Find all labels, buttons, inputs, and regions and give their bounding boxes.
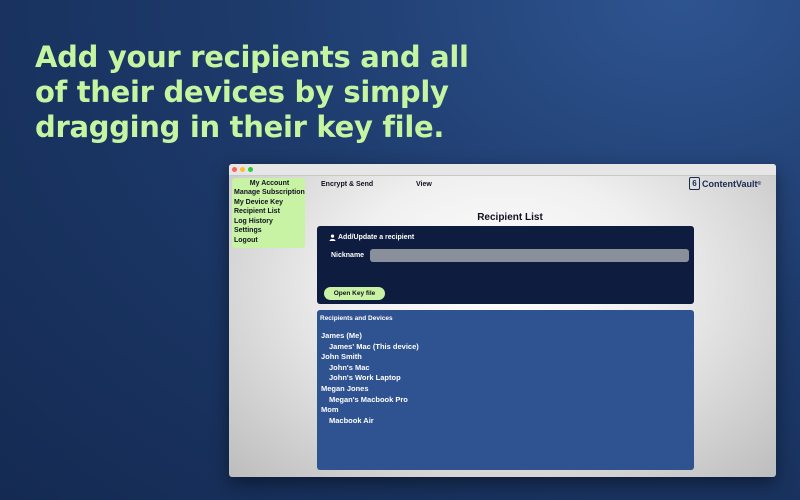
- headline-line-2: of their devices by simply: [35, 75, 449, 109]
- nickname-label: Nickname: [331, 252, 365, 259]
- title-bar: [229, 164, 776, 176]
- sidebar-item-settings[interactable]: Settings: [234, 226, 305, 236]
- sidebar-my-account[interactable]: My Account: [234, 180, 305, 187]
- recipient-item[interactable]: John Smith: [321, 352, 419, 363]
- device-item[interactable]: John's Work Laptop: [321, 373, 419, 384]
- logo-text: ContentVault: [702, 178, 758, 189]
- sidebar-item-logout[interactable]: Logout: [234, 236, 305, 246]
- add-recipient-title: Add/Update a recipient: [338, 234, 415, 241]
- recipient-item[interactable]: Megan Jones: [321, 384, 419, 395]
- nav-encrypt-send[interactable]: Encrypt & Send: [321, 181, 373, 188]
- device-item[interactable]: John's Mac: [321, 363, 419, 374]
- headline: Add your recipients and all of their dev…: [35, 40, 469, 145]
- sidebar-item-recipient-list[interactable]: Recipient List: [234, 207, 305, 217]
- user-icon: [329, 234, 336, 241]
- recipient-item[interactable]: Mom: [321, 405, 419, 416]
- open-key-file-button[interactable]: Open Key file: [324, 287, 385, 300]
- add-recipient-header: Add/Update a recipient: [329, 234, 414, 241]
- headline-line-1: Add your recipients and all: [35, 40, 469, 74]
- nickname-input[interactable]: [370, 249, 689, 262]
- recipients-devices-header: Recipients and Devices: [320, 315, 393, 322]
- sidebar-item-log-history[interactable]: Log History: [234, 217, 305, 227]
- recipient-item[interactable]: James (Me): [321, 331, 419, 342]
- add-recipient-panel: Add/Update a recipient Nickname Open Key…: [317, 226, 694, 304]
- sidebar-item-manage-subscription[interactable]: Manage Subscription: [234, 188, 305, 198]
- minimize-window-button[interactable]: [240, 167, 245, 172]
- zoom-window-button[interactable]: [248, 167, 253, 172]
- vault-logo-icon: 6: [689, 177, 700, 190]
- app-window: My Account Manage Subscription My Device…: [229, 164, 776, 477]
- sidebar-item-my-device-key[interactable]: My Device Key: [234, 198, 305, 208]
- device-item[interactable]: James' Mac (This device): [321, 342, 419, 353]
- nav-view[interactable]: View: [416, 181, 432, 188]
- recipients-list: James (Me) James' Mac (This device) John…: [321, 331, 419, 426]
- logo-registered: ®: [757, 180, 762, 187]
- device-item[interactable]: Megan's Macbook Pro: [321, 395, 419, 406]
- headline-line-3: dragging in their key file.: [35, 110, 445, 144]
- device-item[interactable]: Macbook Air: [321, 416, 419, 427]
- close-window-button[interactable]: [232, 167, 237, 172]
- content-vault-logo: 6 ContentVault ®: [689, 177, 761, 190]
- sidebar: My Account Manage Subscription My Device…: [232, 178, 305, 248]
- page-title: Recipient List: [477, 212, 543, 223]
- recipients-devices-panel: Recipients and Devices James (Me) James'…: [317, 310, 694, 470]
